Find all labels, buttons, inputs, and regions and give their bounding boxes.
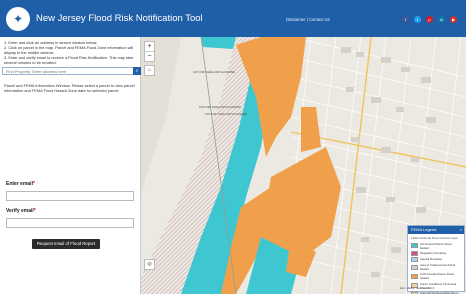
instruction-step: 2. Click on parcel in the map. Parcel an… bbox=[4, 45, 134, 55]
map-label: CUT-OFF SHALLOW FLOODING bbox=[199, 105, 241, 109]
legend-swatch bbox=[411, 264, 418, 270]
twitter-icon[interactable]: t bbox=[414, 16, 421, 23]
legend-item-label: Regulatory Floodway bbox=[420, 251, 447, 256]
legend-item: 1% Annual Chance Flood Hazard bbox=[408, 241, 464, 250]
verify-email-label: Verify email* bbox=[6, 208, 36, 214]
search-icon[interactable]: ⌕ bbox=[133, 67, 141, 75]
zoom-out-button[interactable]: − bbox=[145, 51, 154, 61]
fema-legend: FEMA Legend × FEMA National Flood Hazard… bbox=[407, 225, 465, 294]
zoom-in-button[interactable]: + bbox=[145, 42, 154, 51]
left-panel: 1. Enter and click an address in search … bbox=[0, 37, 141, 294]
instructions: 1. Enter and click an address in search … bbox=[4, 40, 139, 65]
legend-item: Area with Reduced Risk Due to Levee bbox=[408, 290, 464, 294]
app-header: ✦ New Jersey Flood Risk Notification Too… bbox=[0, 0, 466, 37]
map-credit: Esri, HERE, Garmin, USGS bbox=[400, 286, 435, 290]
state-seal-icon: ✦ bbox=[6, 6, 30, 31]
email-label: Enter email* bbox=[6, 181, 35, 187]
verify-email-field[interactable] bbox=[6, 218, 134, 228]
address-search-input[interactable] bbox=[2, 67, 138, 75]
legend-swatch bbox=[411, 243, 418, 249]
legend-swatch bbox=[411, 273, 418, 279]
email-field[interactable] bbox=[6, 191, 134, 201]
legend-item-label: 1% Annual Chance Flood Hazard bbox=[420, 241, 452, 250]
legend-item: Area of Undetermined Flood Hazard bbox=[408, 263, 464, 272]
locate-icon[interactable]: ◎ bbox=[144, 259, 155, 270]
app-title: New Jersey Flood Risk Notification Tool bbox=[36, 13, 203, 24]
request-report-button[interactable]: Request email of Flood Report bbox=[32, 239, 100, 249]
legend-item-label: Area of Undetermined Flood Hazard bbox=[420, 263, 456, 272]
legend-header: FEMA Legend × bbox=[408, 226, 464, 234]
map-label: CUT-OFF SHALLOW FLOODING bbox=[193, 70, 235, 74]
legend-item-label: 0.2% Annual Chance Flood Hazard bbox=[420, 272, 454, 281]
parcel-info-window: Parcel and FEMA Information Window. Plea… bbox=[4, 83, 135, 93]
home-icon[interactable]: ⌂ bbox=[144, 65, 155, 76]
map-label: CUT-OFF SHALLOW FLOODING bbox=[205, 112, 247, 116]
close-icon[interactable]: × bbox=[460, 226, 462, 234]
social-links: f t p in ▶ bbox=[402, 16, 457, 23]
legend-item-label: Special Floodway bbox=[420, 257, 442, 262]
legend-subtitle: FEMA National Flood Hazard Layer bbox=[411, 236, 459, 240]
instruction-step: 3. Enter and verify email to receive a F… bbox=[4, 55, 134, 65]
legend-swatch bbox=[411, 250, 418, 256]
legend-item: 0.2% Annual Chance Flood Hazard bbox=[408, 272, 464, 281]
zoom-control: + − bbox=[144, 41, 155, 62]
legend-title: FEMA Legend bbox=[411, 227, 437, 232]
linkedin-icon[interactable]: in bbox=[438, 16, 445, 23]
header-links[interactable]: Disclaimer | Contact Us bbox=[286, 17, 330, 22]
legend-swatch bbox=[411, 256, 418, 262]
pinterest-icon[interactable]: p bbox=[426, 16, 433, 23]
facebook-icon[interactable]: f bbox=[402, 16, 409, 23]
youtube-icon[interactable]: ▶ bbox=[450, 16, 457, 23]
flood-map[interactable]: CUT-OFF SHALLOW FLOODING CUT-OFF SHALLOW… bbox=[141, 37, 466, 294]
